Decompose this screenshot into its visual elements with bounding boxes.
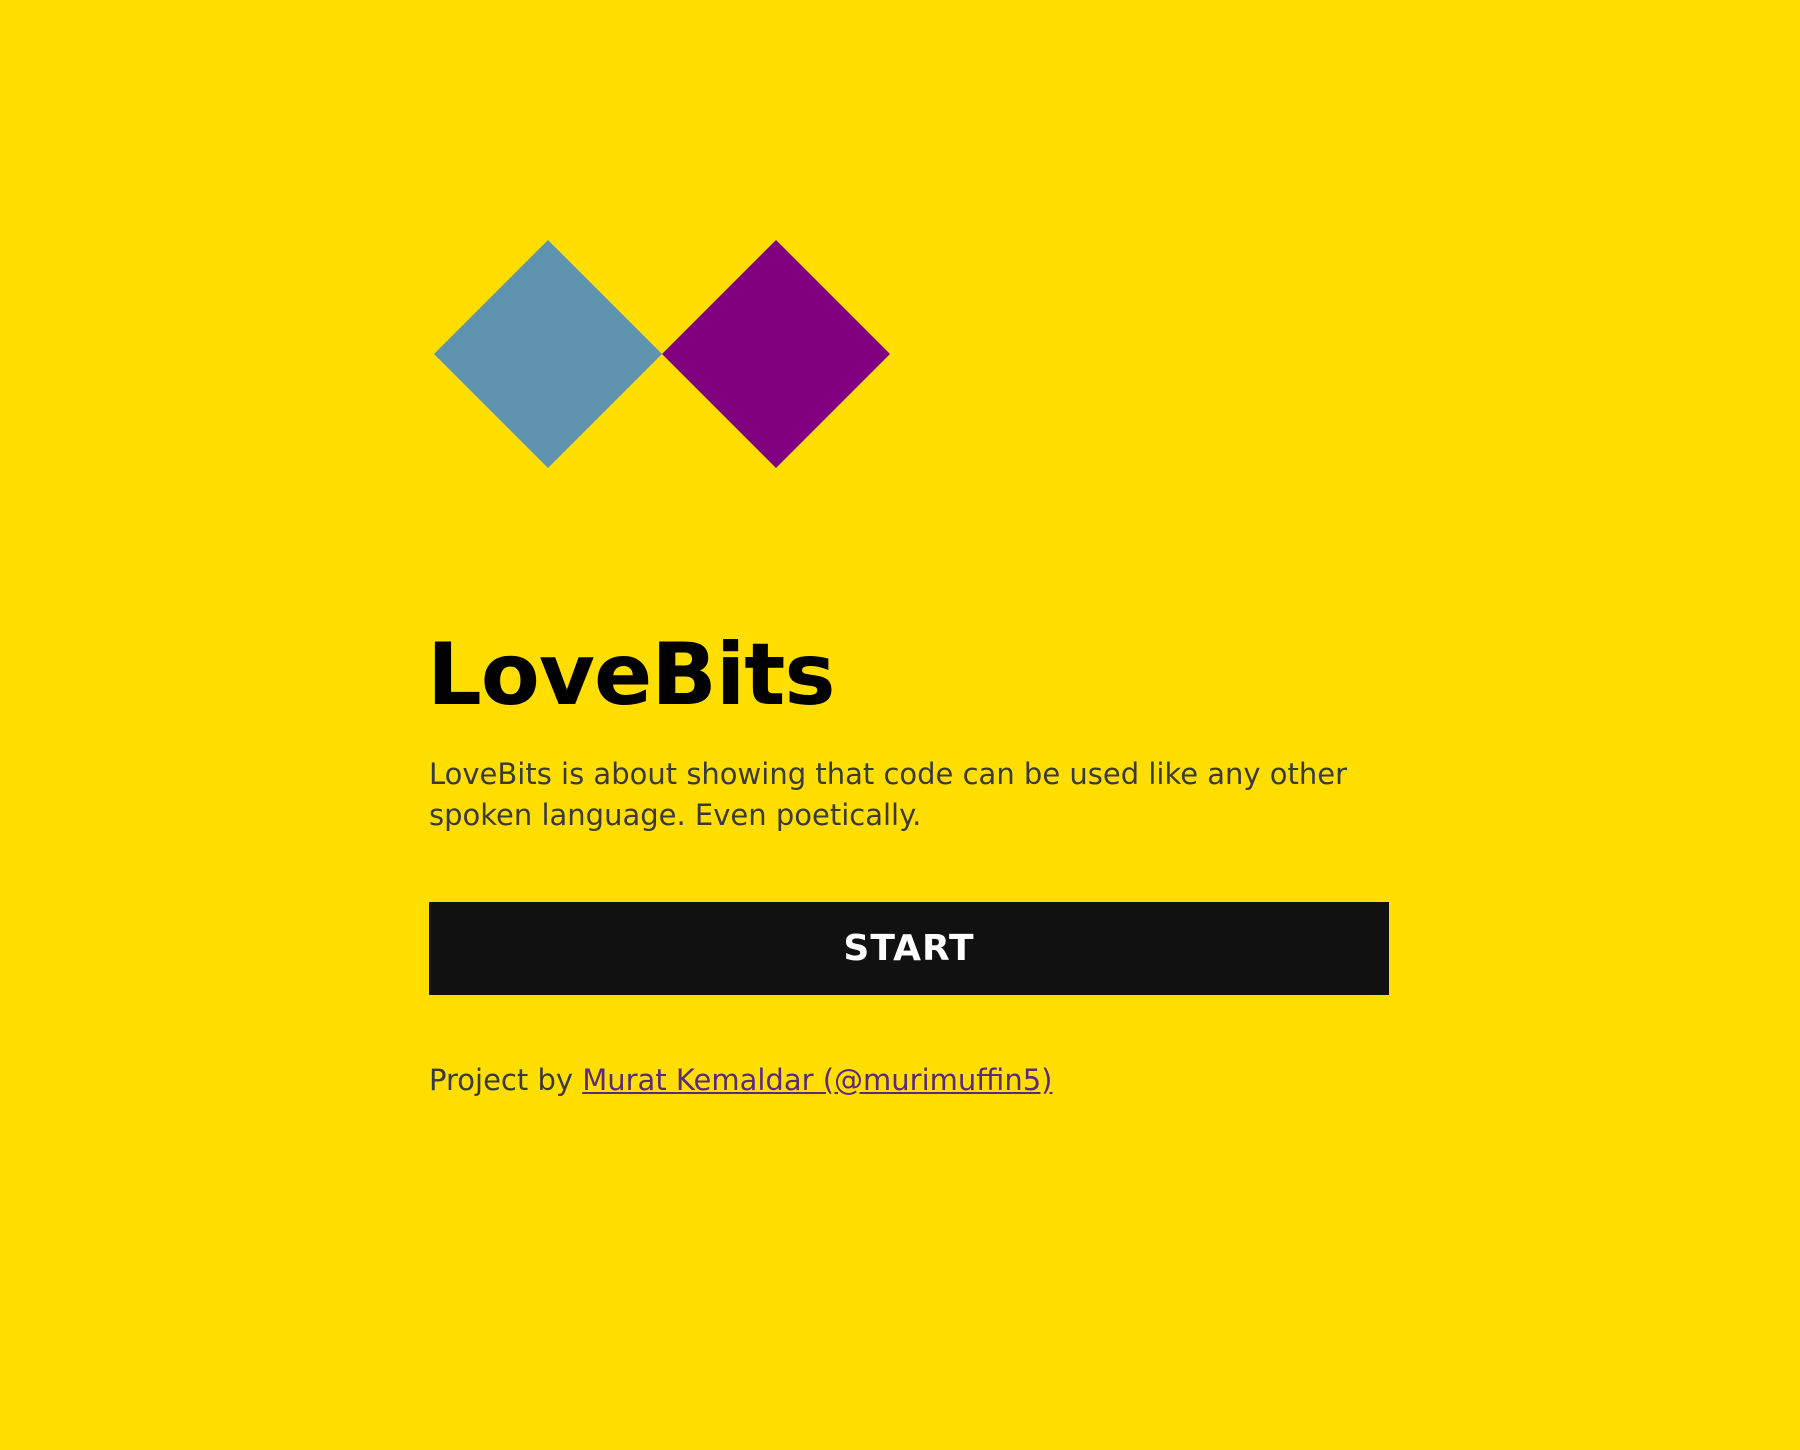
start-button[interactable]: START (429, 902, 1389, 995)
page-title: LoveBits (427, 625, 836, 725)
blue-diamond-icon (434, 240, 662, 468)
lovebits-logo (434, 240, 890, 468)
logo-graphic (434, 240, 890, 468)
credit-prefix: Project by (429, 1063, 574, 1097)
author-link[interactable]: Murat Kemaldar (@murimuffin5) (582, 1063, 1052, 1097)
purple-diamond-icon (662, 240, 890, 468)
project-credit: Project by Murat Kemaldar (@murimuffin5) (429, 1060, 1052, 1100)
intro-description: LoveBits is about showing that code can … (429, 757, 1348, 832)
